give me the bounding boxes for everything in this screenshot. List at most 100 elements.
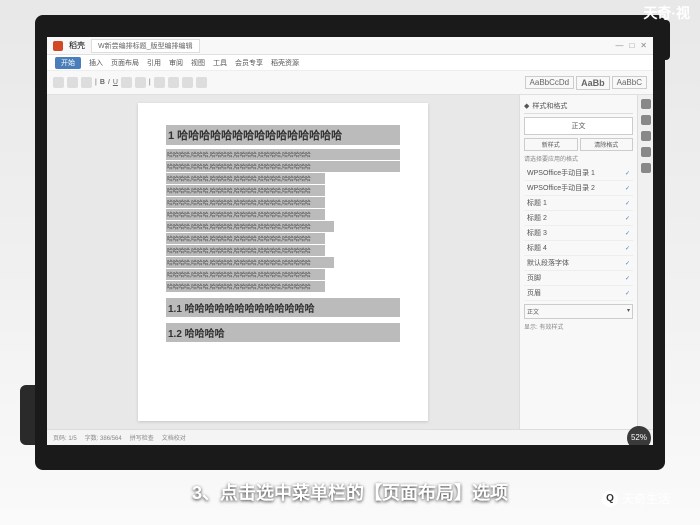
page-indicator[interactable]: 页码: 1/5: [53, 433, 77, 442]
document-tab[interactable]: W新尝编排标题_版型编排编辑: [91, 39, 200, 53]
bottom-watermark: 天奇生活: [602, 490, 670, 507]
paragraph[interactable]: 哈哈哈哈,哈哈哈,哈哈哈哈,哈哈哈哈,哈哈哈哈,哈哈哈哈哈: [166, 161, 400, 172]
outline-icon[interactable]: [641, 131, 651, 141]
clear-format-button[interactable]: 清除格式: [580, 138, 634, 151]
gear-icon[interactable]: [641, 147, 651, 157]
align-center-icon[interactable]: [168, 77, 179, 88]
menu-tools[interactable]: 工具: [213, 58, 227, 68]
minimize-icon[interactable]: —: [615, 41, 623, 50]
style-gallery[interactable]: AaBbCcDd AaBb AaBbC: [525, 76, 647, 90]
title-bar: 稻壳 W新尝编排标题_版型编排编辑 — □ ✕: [47, 37, 653, 55]
window-controls: — □ ✕: [615, 41, 647, 50]
paragraph[interactable]: 哈哈哈哈,哈哈哈,哈哈哈哈,哈哈哈哈,哈哈哈哈,哈哈哈哈哈: [166, 281, 325, 292]
menu-insert[interactable]: 插入: [89, 58, 103, 68]
screen: 稻壳 W新尝编排标题_版型编排编辑 — □ ✕ 开始 插入 页面布局 引用 审阅…: [47, 37, 653, 445]
panel-header: ◆ 样式和格式: [524, 99, 633, 114]
paste-icon[interactable]: [53, 77, 64, 88]
cut-icon[interactable]: [67, 77, 78, 88]
panel-subtitle: 请选择要应用的格式: [524, 154, 633, 163]
check-icon: ✓: [625, 230, 630, 237]
tools-icon[interactable]: [641, 163, 651, 173]
indent-icon[interactable]: [196, 77, 207, 88]
style-item[interactable]: 默认段落字体✓: [524, 256, 633, 271]
menu-page-layout[interactable]: 页面布局: [111, 58, 139, 68]
copy-icon[interactable]: [81, 77, 92, 88]
page[interactable]: 1 哈哈哈哈哈哈哈哈哈哈哈哈哈哈哈 哈哈哈哈,哈哈哈,哈哈哈哈,哈哈哈哈,哈哈哈…: [138, 103, 428, 421]
style-item[interactable]: 页脚✓: [524, 271, 633, 286]
paragraph[interactable]: 哈哈哈哈,哈哈哈,哈哈哈哈,哈哈哈哈,哈哈哈哈,哈哈哈哈哈: [166, 185, 325, 196]
top-watermark: 天奇·视: [643, 3, 690, 23]
current-style[interactable]: 正文: [524, 117, 633, 135]
chevron-down-icon: ▾: [627, 307, 630, 316]
list-icon[interactable]: [182, 77, 193, 88]
style-item[interactable]: WPSOffice手动目录 2✓: [524, 181, 633, 196]
document-area[interactable]: 1 哈哈哈哈哈哈哈哈哈哈哈哈哈哈哈 哈哈哈哈,哈哈哈,哈哈哈哈,哈哈哈哈,哈哈哈…: [47, 95, 519, 429]
panel-title: 样式和格式: [532, 101, 567, 111]
paragraph[interactable]: 哈哈哈哈,哈哈哈,哈哈哈哈,哈哈哈哈,哈哈哈哈,哈哈哈哈哈: [166, 173, 325, 184]
style-item[interactable]: 标题 2✓: [524, 211, 633, 226]
maximize-icon[interactable]: □: [629, 41, 634, 50]
paragraph[interactable]: 哈哈哈哈,哈哈哈,哈哈哈哈,哈哈哈哈,哈哈哈哈,哈哈哈哈哈: [166, 269, 325, 280]
zoom-level[interactable]: 52%: [627, 426, 651, 446]
paragraph[interactable]: 哈哈哈哈,哈哈哈,哈哈哈哈,哈哈哈哈,哈哈哈哈,哈哈哈哈哈: [166, 233, 325, 244]
paragraph[interactable]: 哈哈哈哈,哈哈哈,哈哈哈哈,哈哈哈哈,哈哈哈哈,哈哈哈哈哈: [166, 245, 325, 256]
paragraph[interactable]: 哈哈哈哈,哈哈哈,哈哈哈哈,哈哈哈哈,哈哈哈哈,哈哈哈哈哈: [166, 149, 400, 160]
font-color-icon[interactable]: [121, 77, 132, 88]
heading-2[interactable]: 1.2 哈哈哈哈: [166, 323, 400, 342]
bold-button[interactable]: B: [100, 79, 105, 86]
style-item[interactable]: 标题 4✓: [524, 241, 633, 256]
toolbar-sep: |: [149, 79, 151, 86]
instruction-caption: 3、点击选中菜单栏的【页面布局】选项: [0, 479, 700, 505]
panel-icon: ◆: [524, 102, 529, 110]
style-item[interactable]: 标题 1✓: [524, 196, 633, 211]
paragraph[interactable]: 哈哈哈哈,哈哈哈,哈哈哈哈,哈哈哈哈,哈哈哈哈,哈哈哈哈哈: [166, 209, 325, 220]
workspace: 1 哈哈哈哈哈哈哈哈哈哈哈哈哈哈哈 哈哈哈哈,哈哈哈,哈哈哈哈,哈哈哈哈,哈哈哈…: [47, 95, 653, 429]
style-preview-heading[interactable]: AaBb: [576, 76, 610, 90]
style-item[interactable]: WPSOffice手动目录 1✓: [524, 166, 633, 181]
menu-review[interactable]: 审阅: [169, 58, 183, 68]
align-left-icon[interactable]: [154, 77, 165, 88]
check-icon: ✓: [625, 170, 630, 177]
doc-proof[interactable]: 文档校对: [162, 433, 186, 442]
check-icon: ✓: [625, 245, 630, 252]
style-preview-normal[interactable]: AaBbCcDd: [525, 76, 575, 89]
new-style-button[interactable]: 新样式: [524, 138, 578, 151]
check-icon: ✓: [625, 215, 630, 222]
status-bar: 页码: 1/5 字数: 386/564 拼写检查 文档校对 52%: [47, 429, 653, 445]
menu-view[interactable]: 视图: [191, 58, 205, 68]
menu-file[interactable]: 开始: [55, 57, 81, 69]
check-icon: ✓: [625, 185, 630, 192]
heading-2[interactable]: 1.1 哈哈哈哈哈哈哈哈哈哈哈哈哈: [166, 298, 400, 317]
style-preview-sub[interactable]: AaBbC: [612, 76, 647, 89]
check-icon: ✓: [625, 200, 630, 207]
paragraph[interactable]: 哈哈哈哈,哈哈哈,哈哈哈哈,哈哈哈哈,哈哈哈哈,哈哈哈哈哈: [166, 257, 334, 268]
select-icon[interactable]: [641, 99, 651, 109]
check-icon: ✓: [625, 275, 630, 282]
paragraph[interactable]: 哈哈哈哈,哈哈哈,哈哈哈哈,哈哈哈哈,哈哈哈哈,哈哈哈哈哈: [166, 197, 325, 208]
app-logo-icon: [53, 41, 63, 51]
word-count[interactable]: 字数: 386/564: [85, 433, 122, 442]
paragraph[interactable]: 哈哈哈哈,哈哈哈,哈哈哈哈,哈哈哈哈,哈哈哈哈,哈哈哈哈哈: [166, 221, 334, 232]
underline-button[interactable]: U: [113, 79, 118, 86]
style-dropdown[interactable]: 正文▾: [524, 304, 633, 319]
menu-bar: 开始 插入 页面布局 引用 审阅 视图 工具 会员专享 稻壳资源: [47, 55, 653, 71]
toolbar: | B I U | AaBbCcDd AaBb AaBbC: [47, 71, 653, 95]
panel-footer: 显示: 有效样式: [524, 322, 633, 331]
italic-button[interactable]: I: [108, 79, 110, 86]
right-sidebar: [637, 95, 653, 429]
menu-references[interactable]: 引用: [147, 58, 161, 68]
heading-1[interactable]: 1 哈哈哈哈哈哈哈哈哈哈哈哈哈哈哈: [166, 125, 400, 145]
spell-check[interactable]: 拼写检查: [130, 433, 154, 442]
menu-resources[interactable]: 稻壳资源: [271, 58, 299, 68]
style-item[interactable]: 标题 3✓: [524, 226, 633, 241]
highlight-icon[interactable]: [135, 77, 146, 88]
toolbar-sep: |: [95, 79, 97, 86]
check-icon: ✓: [625, 290, 630, 297]
zoom-controls: 52%: [623, 426, 647, 446]
style-item[interactable]: 页眉✓: [524, 286, 633, 301]
check-icon: ✓: [625, 260, 630, 267]
close-icon[interactable]: ✕: [640, 41, 647, 50]
app-name: 稻壳: [69, 40, 85, 51]
menu-member[interactable]: 会员专享: [235, 58, 263, 68]
ruler-icon[interactable]: [641, 115, 651, 125]
